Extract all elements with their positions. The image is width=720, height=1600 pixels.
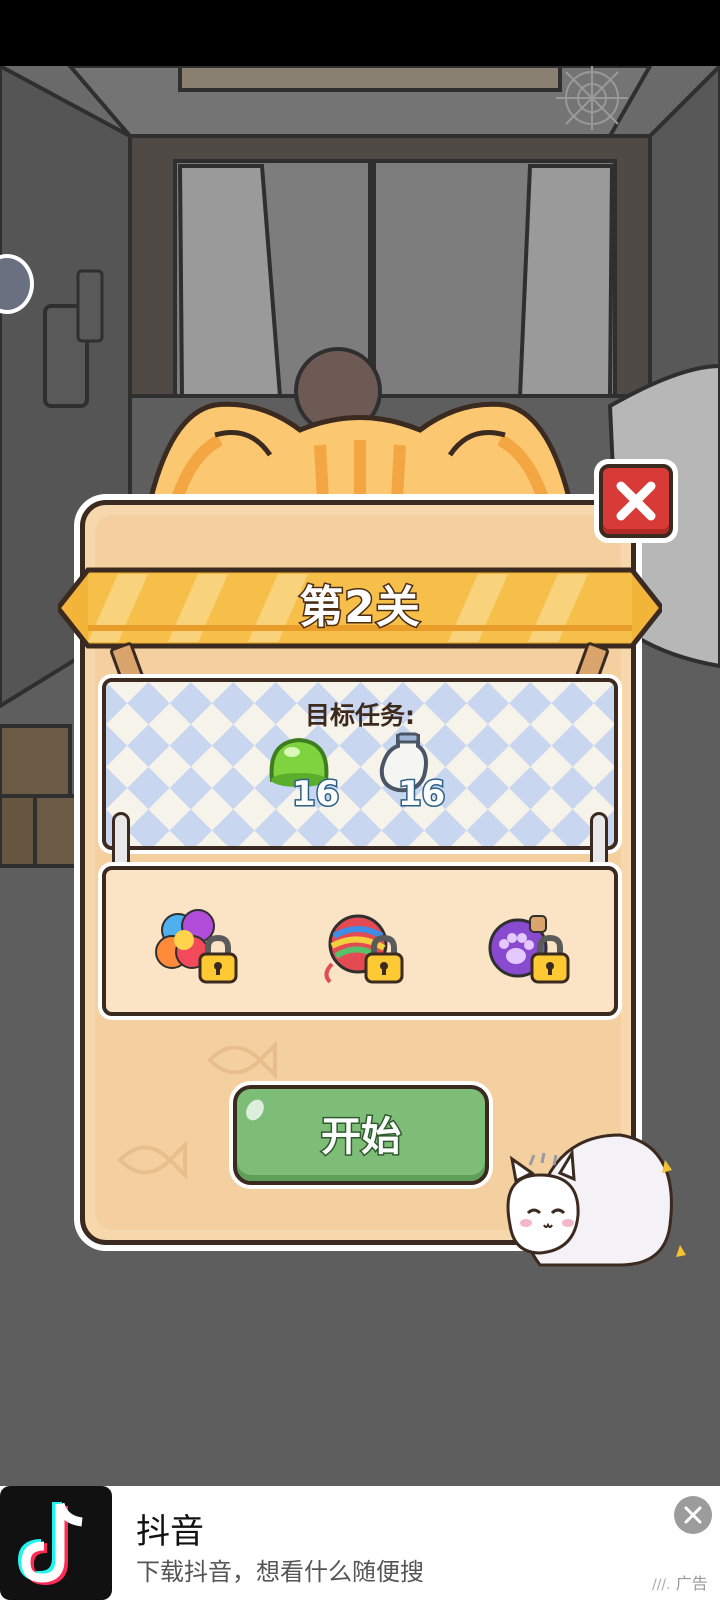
start-button-label: 开始	[320, 1113, 403, 1162]
start-button[interactable]: 开始	[233, 1085, 489, 1185]
goal-count-jelly: 16	[290, 773, 340, 816]
ad-mark-icon: ///.	[652, 1577, 671, 1593]
hanger-peg-left	[112, 812, 130, 870]
close-button[interactable]	[594, 459, 678, 543]
booster-slot-2[interactable]	[318, 908, 408, 988]
status-bar	[0, 0, 720, 66]
ad-tag: ///. 广告	[652, 1570, 708, 1594]
task-label: 目标任务:	[305, 701, 415, 730]
fish-decoration-icon	[207, 1040, 277, 1080]
sleeping-cat-illustration	[506, 1133, 686, 1267]
ad-tag-label: 广告	[675, 1574, 708, 1593]
fish-decoration-icon	[117, 1140, 187, 1180]
music-note-icon	[17, 1502, 83, 1586]
task-board: 目标任务: 16 16	[102, 678, 618, 850]
ad-subtitle: 下载抖音，想看什么随便搜	[136, 1558, 424, 1586]
booster-slot-3[interactable]	[484, 908, 574, 988]
lock-icon	[530, 934, 570, 984]
close-button-face	[599, 464, 673, 538]
ad-close-button[interactable]	[674, 1496, 712, 1534]
lock-icon	[364, 934, 404, 984]
hanger-peg-right	[590, 812, 608, 870]
booster-slot-1[interactable]	[154, 908, 244, 988]
ad-banner[interactable]: 抖音 下载抖音，想看什么随便搜	[0, 1486, 720, 1600]
booster-board	[102, 866, 618, 1016]
close-icon	[684, 1506, 702, 1524]
ad-app-name: 抖音	[136, 1512, 204, 1552]
level-title: 第2关	[298, 581, 422, 635]
tiktok-logo-icon	[0, 1486, 112, 1600]
close-icon	[616, 481, 656, 521]
goal-count-milk: 16	[396, 773, 446, 816]
lock-icon	[198, 934, 238, 984]
